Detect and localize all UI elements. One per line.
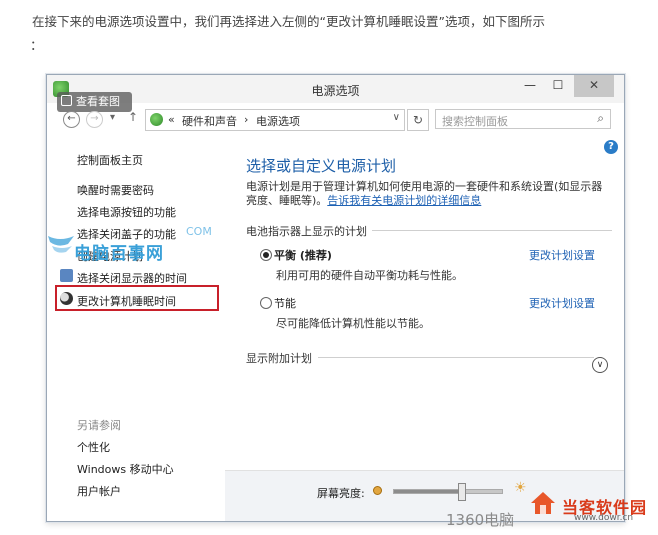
sidebar-item-mobility-center[interactable]: Windows 移动中心 bbox=[77, 461, 174, 477]
breadcrumb-power-options[interactable]: 电源选项 bbox=[256, 113, 300, 129]
plan-desc-balanced: 利用可用的硬件自动平衡功耗与性能。 bbox=[276, 269, 463, 282]
plan-desc-power-saver: 尽可能降低计算机性能以节能。 bbox=[276, 317, 430, 330]
watermark-site-3: 当客软件园 bbox=[562, 498, 648, 517]
balanced-radio[interactable] bbox=[260, 249, 272, 261]
watermark-site-1-com: COM bbox=[186, 225, 212, 238]
back-button[interactable]: ← bbox=[63, 111, 80, 128]
forward-button[interactable]: → bbox=[86, 111, 103, 128]
bright-brightness-icon: ☀ bbox=[514, 480, 527, 496]
sidebar-item-power-button[interactable]: 选择电源按钮的功能 bbox=[77, 204, 176, 220]
page-title: 选择或自定义电源计划 bbox=[246, 157, 397, 175]
close-button[interactable]: ✕ bbox=[574, 75, 614, 97]
section-divider bbox=[372, 230, 612, 231]
power-options-window: 电源选项 — ☐ ✕ 查看套图 ← → ▾ ↑ « 硬件和声音 › 电源选项 ∨… bbox=[46, 74, 625, 522]
watermark-site-1: 电脑百事网 bbox=[74, 244, 164, 264]
watermark-house-logo bbox=[531, 492, 555, 514]
address-bar[interactable]: « 硬件和声音 › 电源选项 ∨ bbox=[145, 109, 405, 131]
sidebar-item-personalization[interactable]: 个性化 bbox=[77, 439, 110, 455]
brightness-slider[interactable] bbox=[393, 483, 503, 501]
article-paragraph: 在接下来的电源选项设置中，我们再选择进入左侧的“更改计算机睡眠设置”选项，如下图… bbox=[32, 14, 545, 29]
plan-name-power-saver[interactable]: 节能 bbox=[274, 295, 296, 311]
navigation-bar: ← → ▾ ↑ « 硬件和声音 › 电源选项 ∨ ↻ 搜索控制面板 ⌕ bbox=[47, 105, 624, 133]
control-panel-icon bbox=[150, 113, 163, 126]
address-history-chevron-icon[interactable]: ∨ bbox=[393, 112, 400, 123]
red-highlight-box bbox=[55, 285, 219, 311]
section-divider bbox=[318, 357, 594, 358]
minimize-button[interactable]: — bbox=[516, 75, 544, 97]
sidebar-item-display-off[interactable]: 选择关闭显示器的时间 bbox=[60, 269, 187, 286]
sidebar-item-wake-password[interactable]: 唤醒时需要密码 bbox=[77, 182, 154, 198]
additional-plans-heading[interactable]: 显示附加计划 bbox=[246, 350, 312, 366]
brightness-slider-thumb[interactable] bbox=[457, 483, 466, 501]
power-plan-details-link[interactable]: 告诉我有关电源计划的详细信息 bbox=[327, 194, 481, 207]
title-bar[interactable]: 电源选项 — ☐ ✕ bbox=[47, 75, 624, 103]
recent-pages-dropdown[interactable]: ▾ bbox=[110, 112, 115, 123]
search-placeholder: 搜索控制面板 bbox=[442, 115, 508, 128]
maximize-button[interactable]: ☐ bbox=[544, 75, 572, 97]
breadcrumb-hardware-sound[interactable]: 硬件和声音 bbox=[182, 113, 237, 129]
search-icon[interactable]: ⌕ bbox=[597, 111, 604, 126]
article-colon: ： bbox=[30, 39, 44, 54]
sidebar-item-user-accounts[interactable]: 用户帐户 bbox=[77, 483, 121, 499]
power-saver-radio[interactable] bbox=[260, 297, 272, 309]
up-button[interactable]: ↑ bbox=[128, 110, 138, 124]
expand-chevron-icon[interactable]: ∨ bbox=[592, 357, 608, 373]
page-description: 电源计划是用于管理计算机如何使用电源的一套硬件和系统设置(如显示器亮度、睡眠等)… bbox=[246, 180, 608, 208]
breadcrumb-overflow[interactable]: « bbox=[168, 113, 175, 126]
search-control-panel-input[interactable]: 搜索控制面板 ⌕ bbox=[435, 109, 611, 129]
monitor-icon bbox=[60, 269, 73, 282]
battery-section-heading: 电池指示器上显示的计划 bbox=[246, 225, 367, 238]
brightness-slider-fill bbox=[394, 490, 461, 493]
see-also-heading: 另请参阅 bbox=[77, 419, 121, 432]
sidebar: 控制面板主页 唤醒时需要密码 选择电源按钮的功能 选择关闭盖子的功能 创建电源计… bbox=[47, 137, 225, 521]
change-plan-settings-balanced-link[interactable]: 更改计划设置 bbox=[529, 247, 595, 263]
breadcrumb-arrow[interactable]: › bbox=[244, 113, 248, 126]
sidebar-item-control-panel-home[interactable]: 控制面板主页 bbox=[77, 152, 143, 168]
watermark-site-2: 1360电脑 bbox=[446, 511, 515, 529]
refresh-button[interactable]: ↻ bbox=[407, 109, 429, 131]
main-content: 选择或自定义电源计划 电源计划是用于管理计算机如何使用电源的一套硬件和系统设置(… bbox=[246, 137, 618, 521]
dim-brightness-icon bbox=[373, 486, 382, 495]
brightness-label: 屏幕亮度: bbox=[317, 487, 365, 500]
change-plan-settings-power-saver-link[interactable]: 更改计划设置 bbox=[529, 295, 595, 311]
sidebar-item-label: 选择关闭显示器的时间 bbox=[77, 272, 187, 285]
watermark-wave-logo bbox=[48, 236, 74, 253]
plan-name-balanced[interactable]: 平衡 (推荐) bbox=[274, 247, 332, 263]
